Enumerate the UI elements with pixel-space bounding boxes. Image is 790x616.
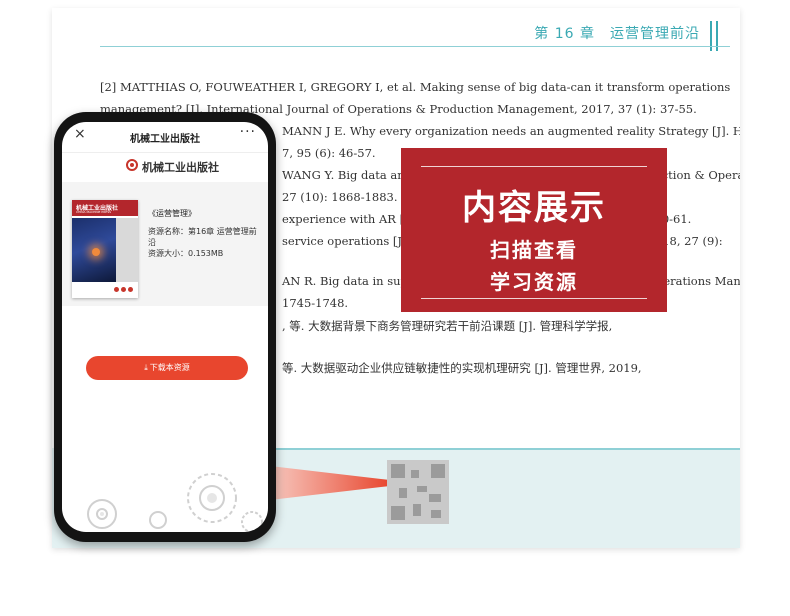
gears-decoration-icon [87,473,263,532]
header-rule [100,46,730,47]
publisher-logo-icon [126,159,138,171]
publisher-brand: 机械工业出版社 [62,156,268,180]
more-icon[interactable]: ··· [240,124,256,140]
banner-rule-top [421,166,647,167]
publisher-name: 机械工业出版社 [142,161,219,174]
download-button[interactable]: ⤓ 下载本资源 [86,356,248,380]
reference-line: 1745-1748. [282,296,349,310]
phone-screen: × 机械工业出版社 ··· 机械工业出版社 机械工业出版社 CHINA MACH… [62,122,268,532]
banner-line-resources: 学习资源 [490,270,578,294]
phone-mockup: × 机械工业出版社 ··· 机械工业出版社 机械工业出版社 CHINA MACH… [54,112,276,542]
resource-info-panel: 机械工业出版社 CHINA MACHINE PRESS 《运营管理》 资源名称：… [62,182,268,306]
reference-line: MANN J E. Why every organization needs a… [282,124,740,138]
cover-publisher-en: CHINA MACHINE PRESS [76,210,111,214]
cover-art [72,218,116,282]
download-icon: ⤓ [144,363,148,372]
book-cover: 机械工业出版社 CHINA MACHINE PRESS [72,200,138,298]
download-label: 下载本资源 [149,363,190,372]
reference-line: , 等. 大数据背景下商务管理研究若干前沿课题 [J]. 管理科学学报, [282,319,613,333]
page-footer-rule [212,448,740,450]
reference-line: 7, 95 (6): 46-57. [282,146,376,160]
book-name: 《运营管理》 [148,209,196,218]
topbar-title: 机械工业出版社 [130,134,200,145]
banner-rule-bottom [421,298,647,299]
phone-topbar: × 机械工业出版社 ··· [62,122,268,153]
reference-line: [2] MATTHIAS O, FOUWEATHER I, GREGORY I,… [100,80,731,94]
resource-name: 资源名称：第16章 运营管理前 [148,227,257,236]
chapter-header: 第 16 章 运营管理前沿 [534,26,700,42]
reference-line: 等. 大数据驱动企业供应链敏捷性的实现机理研究 [J]. 管理世界, 2019, [282,361,642,375]
resource-name-cont: 沿 [148,238,156,247]
reference-line: 27 (10): 1868-1883. [282,190,398,204]
pointer-arrow-icon [270,466,390,500]
resource-size: 资源大小：0.153MB [148,249,224,258]
banner-title: 内容展示 [462,188,606,228]
qr-code[interactable] [387,460,449,524]
banner-line-scan: 扫描查看 [490,238,578,262]
content-display-banner: 内容展示 扫描查看 学习资源 [401,148,667,312]
